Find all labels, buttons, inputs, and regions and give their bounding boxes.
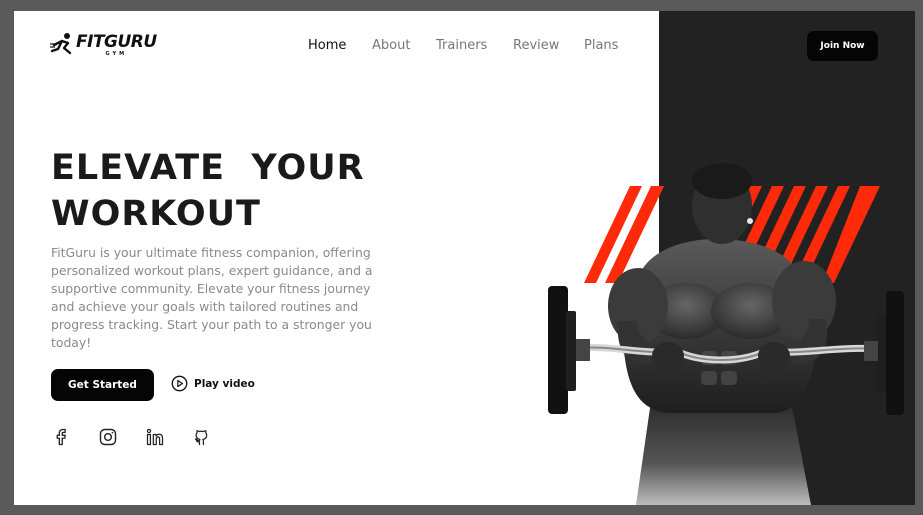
landing-page: FITGURU GYM Home About Trainers Review P… — [14, 11, 915, 505]
hero-title-line1: ELEVATE YOUR — [51, 148, 365, 188]
facebook-icon[interactable] — [51, 427, 71, 447]
brand-logo[interactable]: FITGURU GYM — [50, 31, 157, 59]
hero-title: ELEVATE YOUR WORKOUT — [51, 145, 431, 237]
get-started-button[interactable]: Get Started — [51, 369, 154, 401]
play-circle-icon — [171, 375, 188, 392]
join-now-button[interactable]: Join Now — [807, 31, 878, 61]
linkedin-icon[interactable] — [145, 427, 165, 447]
nav-item-about[interactable]: About — [372, 38, 410, 53]
github-icon[interactable] — [192, 427, 212, 447]
brand-name: FITGURU — [76, 31, 157, 52]
instagram-icon[interactable] — [98, 427, 118, 447]
runner-logo-icon — [50, 33, 72, 55]
brand-subtitle: GYM — [105, 50, 128, 57]
nav-item-home[interactable]: Home — [308, 38, 346, 53]
social-links — [51, 427, 212, 447]
play-video-label: Play video — [194, 377, 255, 390]
nav-item-review[interactable]: Review — [513, 38, 559, 53]
nav-item-trainers[interactable]: Trainers — [436, 38, 487, 53]
athlete-barbell-image — [548, 163, 904, 505]
hero-title-line2: WORKOUT — [51, 194, 261, 234]
nav-item-plans[interactable]: Plans — [584, 38, 618, 53]
hero-description: FitGuru is your ultimate fitness compani… — [51, 245, 373, 350]
play-video-button[interactable]: Play video — [171, 375, 255, 392]
